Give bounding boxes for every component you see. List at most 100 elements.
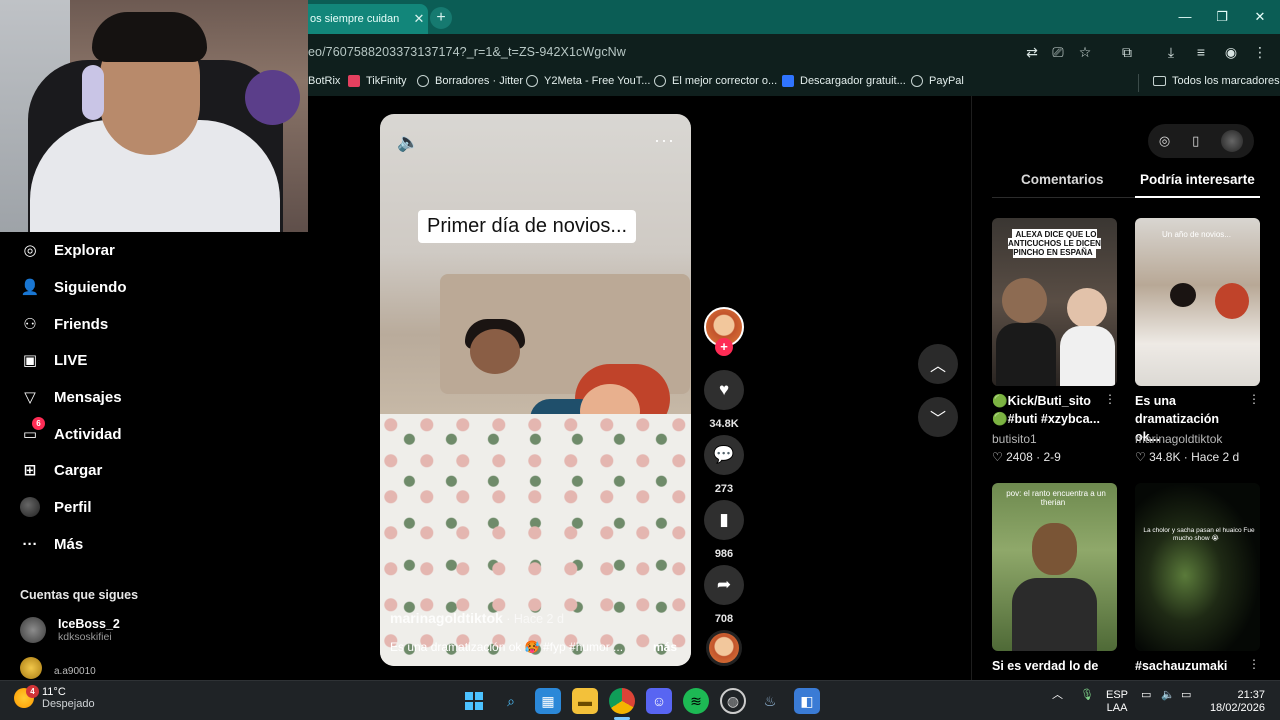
author-name: marinagoldtiktok — [390, 610, 503, 626]
recommendation-title[interactable]: #sachauzumaki — [1135, 657, 1247, 675]
video-author[interactable]: marinagoldtiktok · Hace 2 d — [390, 610, 564, 626]
lang-code: ESP — [1106, 689, 1129, 701]
close-window-button[interactable]: ✕ — [1241, 0, 1279, 34]
bookmark-star-icon[interactable]: ☆ — [1075, 42, 1095, 62]
address-bar[interactable]: eo/7607588203373137174?_r=1&_t=ZS-942X1c… — [308, 45, 626, 59]
profile-avatar-icon[interactable]: ◉ — [1221, 42, 1241, 62]
new-tab-button[interactable]: + — [430, 7, 452, 29]
extensions-icon[interactable]: ⧉ — [1117, 42, 1137, 62]
sidebar-item-mensajes[interactable]: ▽ Mensajes — [20, 385, 121, 409]
recommendation-title[interactable]: 🟢Kick/Buti_sito 🟢#buti #xzybca... — [992, 392, 1104, 428]
bookmark-y2meta[interactable]: Y2Meta - Free YouT... — [526, 75, 650, 87]
tab-podria-interesarte[interactable]: Podría interesarte — [1140, 172, 1255, 187]
weather-widget[interactable]: 4 11°C Despejado — [14, 685, 95, 710]
all-bookmarks-folder[interactable]: Todos los marcadores — [1153, 75, 1280, 87]
install-app-icon[interactable]: ⎚ — [1048, 42, 1068, 62]
language-indicator[interactable]: ESP LAA — [1106, 689, 1128, 715]
more-vertical-icon[interactable]: ⋮ — [1104, 392, 1116, 406]
avatar[interactable] — [1221, 130, 1244, 152]
sidebar-item-mas[interactable]: ··· Más — [20, 532, 84, 556]
sidebar-item-live[interactable]: ▣ LIVE — [20, 348, 87, 372]
upload-plus-icon: ⊞ — [23, 462, 37, 479]
follow-plus-button[interactable]: + — [715, 338, 733, 356]
comment-count: 273 — [714, 483, 734, 495]
microphone-icon[interactable]: 🎙 — [1080, 689, 1094, 702]
network-icon[interactable]: ▭ — [1141, 689, 1151, 702]
share-action[interactable]: ➦ 708 — [704, 565, 744, 625]
chevron-up-icon[interactable]: ︿ — [1052, 689, 1063, 702]
volume-icon[interactable]: 🔈 — [1161, 689, 1175, 702]
clock-time: 21:37 — [1237, 689, 1265, 701]
share-arrow-icon[interactable]: ➦ — [704, 565, 744, 605]
comment-action[interactable]: 💬 273 — [704, 435, 744, 495]
more-description-button[interactable]: más — [653, 640, 677, 654]
bookmark-label: Todos los marcadores — [1172, 75, 1280, 87]
live-tv-icon: ▣ — [22, 352, 38, 369]
compass-icon[interactable]: ◎ — [1159, 133, 1170, 149]
sidebar-item-cargar[interactable]: ⊞ Cargar — [20, 458, 103, 482]
store-icon[interactable]: ▦ — [535, 688, 561, 714]
volume-icon[interactable]: 🔈 — [397, 132, 419, 153]
tab-close-icon[interactable]: ✕ — [410, 11, 428, 27]
recommendation-thumbnail[interactable]: La cholor y sacha pasan el huaico Fue mu… — [1135, 483, 1260, 651]
file-explorer-icon[interactable]: ▬ — [572, 688, 598, 714]
sidebar-item-actividad[interactable]: ▭ 6 Actividad — [20, 417, 122, 446]
app-icon[interactable]: ◧ — [794, 688, 820, 714]
video-player[interactable]: 🔈 ··· Primer día de novios... marinagold… — [380, 114, 691, 666]
obs-icon[interactable]: ◍ — [720, 688, 746, 714]
sidebar-item-perfil[interactable]: Perfil — [20, 495, 92, 519]
heart-icon[interactable]: ♥ — [704, 370, 744, 410]
sidebar-item-explorar[interactable]: ◎ Explorar — [20, 238, 115, 262]
comment-icon[interactable]: 💬 — [704, 435, 744, 475]
sidebar-item-siguiendo[interactable]: 👤 Siguiendo — [20, 275, 127, 299]
recommendation-author[interactable]: butisito1 — [992, 432, 1037, 446]
maximize-button[interactable]: ❐ — [1203, 0, 1241, 34]
phone-icon[interactable]: ▯ — [1192, 133, 1199, 149]
browser-tab-active[interactable]: os siempre cuidan ✕ — [300, 4, 428, 34]
save-action[interactable]: ▮ 986 — [704, 500, 744, 560]
more-vertical-icon[interactable]: ⋮ — [1248, 392, 1260, 406]
recommendation-author[interactable]: marinagoldtiktok — [1135, 432, 1222, 446]
more-options-icon[interactable]: ··· — [654, 130, 675, 151]
spotify-icon[interactable]: ≋ — [683, 688, 709, 714]
chrome-icon[interactable] — [609, 688, 635, 714]
recommendation-title[interactable]: Si es verdad lo de — [992, 657, 1104, 675]
bookmark-tikfinity[interactable]: TikFinity — [348, 75, 407, 87]
like-action[interactable]: ♥ 34.8K — [704, 370, 744, 430]
sidebar-item-friends[interactable]: ⚇ Friends — [20, 312, 108, 336]
friends-icon: ⚇ — [23, 316, 37, 333]
translate-icon[interactable]: ⇄ — [1022, 42, 1042, 62]
discord-icon[interactable]: ☺ — [646, 688, 672, 714]
bookmark-corrector[interactable]: El mejor corrector o... — [654, 75, 777, 87]
inbox-icon: ▭ 6 — [20, 417, 45, 444]
recommendation-thumbnail[interactable]: pov: el ranto encuentra a un therian — [992, 483, 1117, 651]
bookmark-jitter[interactable]: Borradores · Jitter — [417, 75, 523, 87]
bookmark-icon[interactable]: ▮ — [704, 500, 744, 540]
steam-icon[interactable]: ♨ — [757, 688, 783, 714]
plush-toy — [245, 70, 300, 125]
media-control-icon[interactable]: ≡ — [1191, 42, 1211, 62]
bookmark-descargador[interactable]: Descargador gratuit... — [782, 75, 906, 87]
more-vertical-icon[interactable]: ⋮ — [1248, 657, 1260, 671]
bookmark-label: Descargador gratuit... — [800, 75, 906, 87]
minimize-button[interactable]: — — [1166, 0, 1204, 34]
following-account[interactable]: a.a90010 — [20, 657, 96, 679]
start-windows-icon[interactable] — [461, 688, 487, 714]
menu-kebab-icon[interactable]: ⋮ — [1250, 42, 1270, 62]
recommendation-thumbnail[interactable]: Un año de novios... — [1135, 218, 1260, 386]
search-icon[interactable]: ⌕ — [498, 688, 524, 714]
download-icon[interactable]: ⤓ — [1161, 42, 1181, 62]
tab-comentarios[interactable]: Comentarios — [1021, 172, 1104, 187]
clock[interactable]: 21:37 18/02/2026 — [1207, 689, 1265, 715]
bookmarks-divider — [1138, 74, 1139, 92]
previous-video-button[interactable]: ︿ — [918, 344, 958, 384]
bookmark-paypal[interactable]: PayPal — [911, 75, 964, 87]
save-count: 986 — [714, 548, 734, 560]
recommendation-thumbnail[interactable]: ALEXA DICE QUE LO ANTICUCHOS LE DICEN PI… — [992, 218, 1117, 386]
battery-icon[interactable]: ▭ — [1181, 689, 1191, 702]
sidebar-item-label: Explorar — [54, 241, 115, 259]
bookmark-botrix[interactable]: BotRix — [308, 75, 340, 87]
music-disc-avatar[interactable] — [706, 630, 742, 666]
following-account[interactable]: IceBoss_2 kdksoskifiei — [20, 617, 120, 643]
next-video-button[interactable]: ﹀ — [918, 397, 958, 437]
